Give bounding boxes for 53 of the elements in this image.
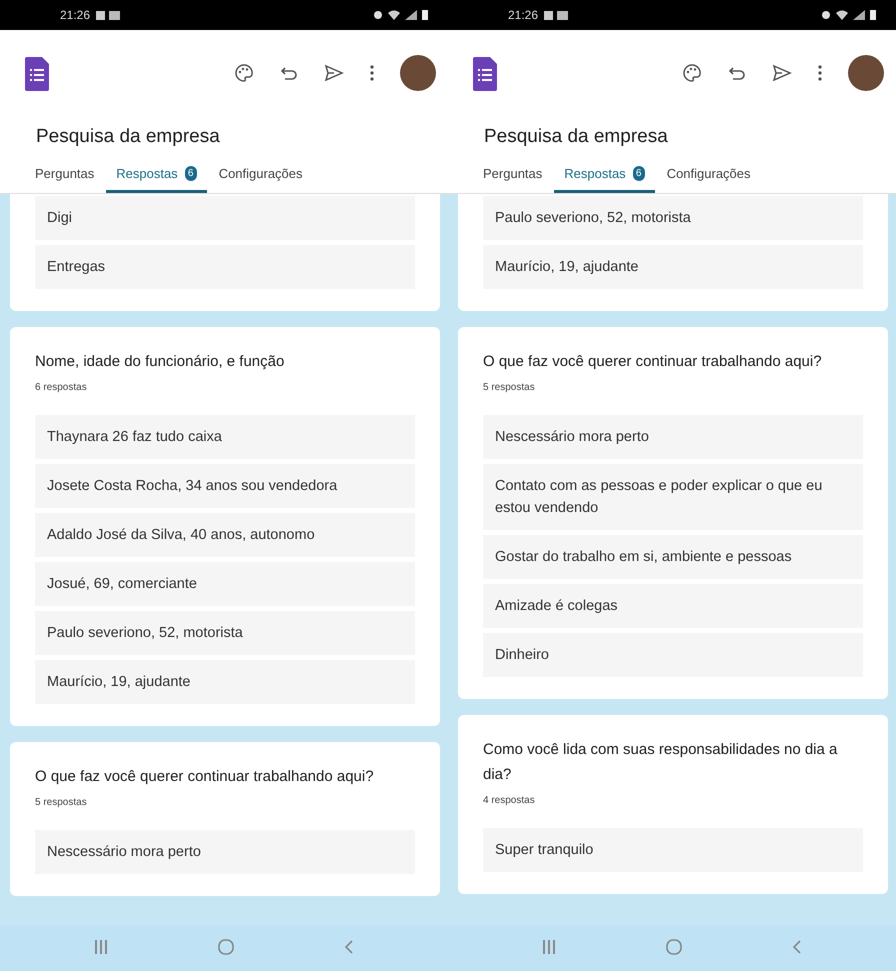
wifi-icon <box>836 10 848 20</box>
question-text: O que faz você querer continuar trabalhando aqui? <box>483 352 823 372</box>
forms-logo-icon <box>473 57 497 91</box>
tab[interactable]: Perguntas <box>473 162 552 193</box>
wifi-icon <box>388 10 400 20</box>
answer-item: Thaynara 26 faz tudo caixa <box>35 415 415 459</box>
response-count: 4 respostas <box>483 795 536 806</box>
recent-apps-icon[interactable] <box>95 940 108 956</box>
count-badge: 6 <box>632 166 645 180</box>
signal-icon <box>405 10 417 20</box>
answer-item: Josete Costa Rocha, 34 anos sou vendedora <box>35 464 415 508</box>
question-text: Nome, idade do funcionário, e função <box>35 352 286 372</box>
answer-item: Super tranquilo <box>483 828 863 872</box>
answer-item: Digi <box>35 196 415 240</box>
profile-avatar[interactable] <box>400 54 436 94</box>
form-title: Pesquisa da empresa <box>483 125 669 149</box>
profile-avatar[interactable] <box>848 54 884 94</box>
response-count: 5 respostas <box>483 382 536 393</box>
forms-logo-icon <box>25 57 49 91</box>
answer-item: Josué, 69, comerciante <box>35 562 415 606</box>
answer-item: Dinheiro <box>483 633 863 677</box>
answer-item: Paulo severiono, 52, motorista <box>35 611 415 655</box>
more-options-icon[interactable] <box>818 64 822 84</box>
response-count: 5 respostas <box>35 797 88 808</box>
tab[interactable]: Perguntas <box>25 162 104 193</box>
answer-item: Contato com as pessoas e poder explicar o que eu estou vendendo <box>483 464 863 530</box>
home-icon[interactable] <box>666 938 682 958</box>
battery-icon <box>422 10 428 20</box>
back-icon[interactable] <box>344 940 353 956</box>
answer-item: Entregas <box>35 245 415 289</box>
response-count: 6 respostas <box>35 382 88 393</box>
status-time: 21:26 <box>60 8 90 22</box>
status-time: 21:26 <box>508 8 538 22</box>
form-title: Pesquisa da empresa <box>35 125 221 149</box>
count-badge: 6 <box>184 166 197 180</box>
answer-item: Amizade é colegas <box>483 584 863 628</box>
answer-item: Gostar do trabalho em si, ambiente e pessoas <box>483 535 863 579</box>
home-icon[interactable] <box>218 938 234 958</box>
answer-item: Nescessário mora perto <box>35 830 415 874</box>
recent-apps-icon[interactable] <box>543 940 556 956</box>
signal-icon <box>853 10 865 20</box>
tab[interactable]: Configurações <box>208 162 313 193</box>
question-text: Como você lida com suas responsabilidades no dia a dia? <box>483 740 838 785</box>
back-icon[interactable] <box>792 940 801 956</box>
battery-icon <box>870 10 876 20</box>
answer-item: Maurício, 19, ajudante <box>35 660 415 704</box>
answer-item: Maurício, 19, ajudante <box>483 245 863 289</box>
tab[interactable]: Configurações <box>656 162 761 193</box>
answer-item: Paulo severiono, 52, motorista <box>483 196 863 240</box>
more-options-icon[interactable] <box>370 64 374 84</box>
question-text: O que faz você querer continuar trabalhando aqui? <box>35 767 375 787</box>
answer-item: Nescessário mora perto <box>483 415 863 459</box>
answer-item: Adaldo José da Silva, 40 anos, autonomo <box>35 513 415 557</box>
